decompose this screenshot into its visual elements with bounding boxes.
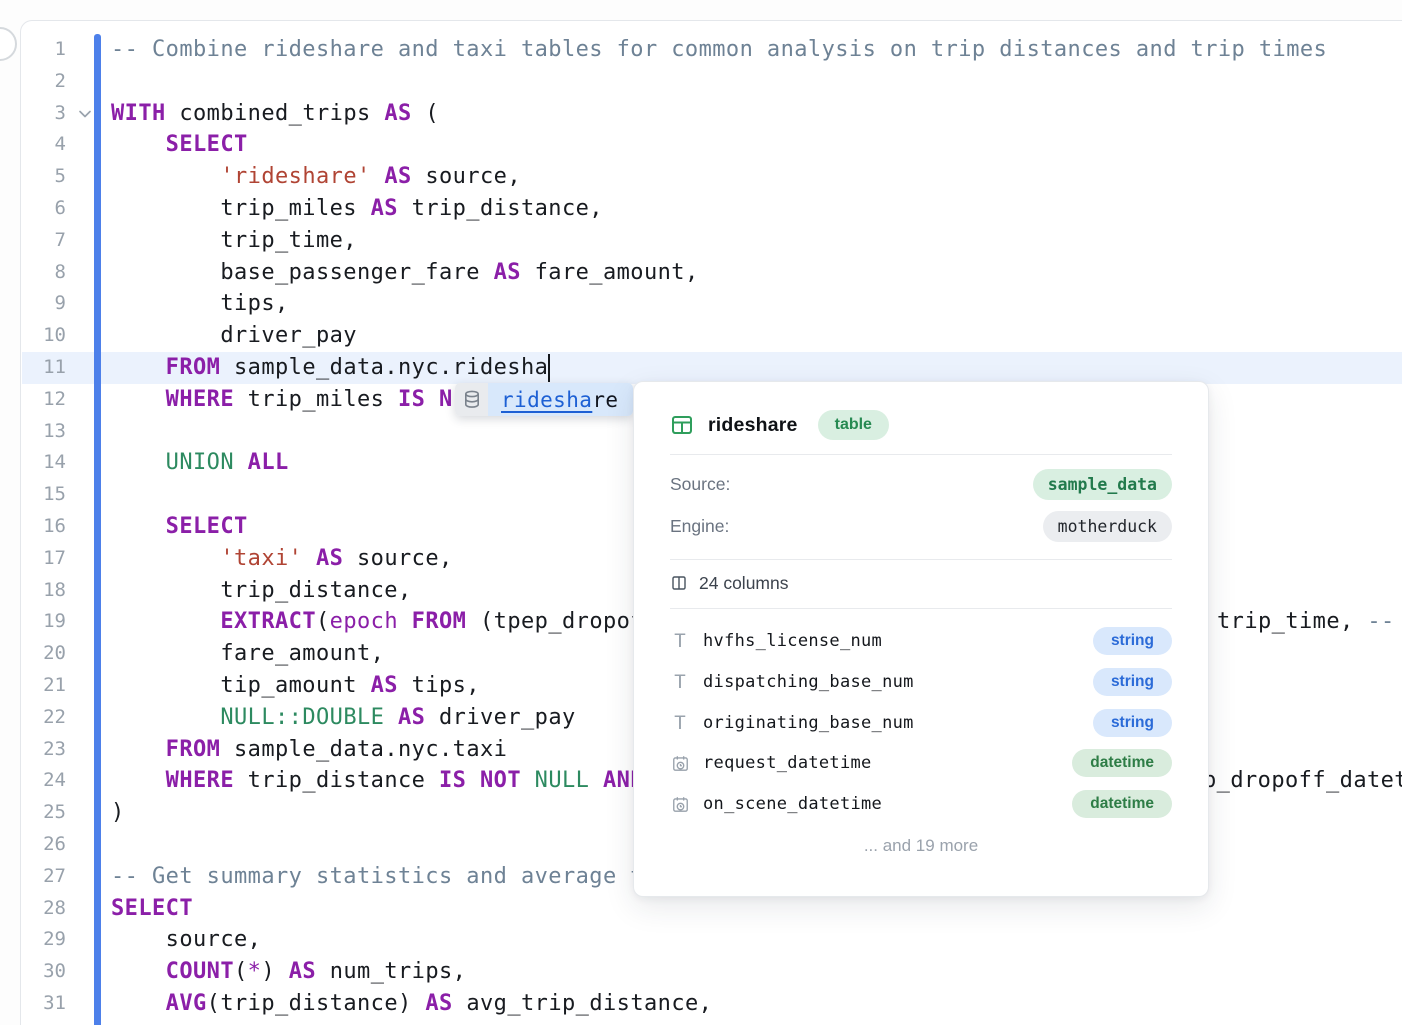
line-number: 10 — [21, 320, 66, 352]
column-row: Toriginating_base_num string — [670, 702, 1172, 743]
source-label: Source: — [670, 474, 730, 495]
divider — [670, 608, 1172, 609]
source-row: Source: sample_data — [670, 463, 1172, 505]
line-number: 31 — [21, 988, 66, 1020]
code-line[interactable]: FROM sample_data.nyc.ridesha — [111, 352, 1327, 384]
line-number: 26 — [21, 829, 66, 861]
text-type-icon: T — [670, 712, 690, 734]
text-type-icon: T — [670, 630, 690, 652]
code-line-fragment: p_dropoff_datet — [1203, 765, 1402, 797]
autocomplete-match-text: ridesha — [501, 388, 592, 412]
table-icon — [670, 413, 694, 437]
line-number: 6 — [21, 193, 66, 225]
line-number: 7 — [21, 225, 66, 257]
line-number: 4 — [21, 129, 66, 161]
code-line[interactable]: source, — [111, 924, 1327, 956]
line-number: 21 — [21, 670, 66, 702]
table-type-badge: table — [818, 410, 889, 440]
column-row: request_datetime datetime — [670, 743, 1172, 784]
code-line[interactable]: SELECT — [111, 129, 1327, 161]
columns-count-row: 24 columns — [670, 560, 1172, 606]
line-number: 17 — [21, 543, 66, 575]
column-name: hvfhs_license_num — [703, 631, 882, 651]
column-name: dispatching_base_num — [703, 672, 914, 692]
engine-value-badge: motherduck — [1043, 511, 1172, 542]
popup-header: rideshare table — [670, 408, 1172, 442]
sql-editor-screen: 1234567891011121314151617181920212223242… — [0, 0, 1402, 1024]
column-type-badge: string — [1093, 668, 1172, 696]
line-number-gutter: 1234567891011121314151617181920212223242… — [21, 34, 66, 1025]
column-type-badge: string — [1093, 709, 1172, 737]
line-number: 1 — [21, 34, 66, 66]
autocomplete-dropdown[interactable]: rideshare — [455, 383, 633, 416]
column-name: on_scene_datetime — [703, 794, 882, 814]
engine-row: Engine: motherduck — [670, 505, 1172, 547]
line-number: 12 — [21, 384, 66, 416]
line-number: 2 — [21, 66, 66, 98]
line-number: 19 — [21, 606, 66, 638]
column-list: Thvfhs_license_numstringTdispatching_bas… — [670, 621, 1172, 824]
text-cursor — [548, 354, 550, 382]
code-line[interactable]: 'rideshare' AS source, — [111, 161, 1327, 193]
line-number: 18 — [21, 575, 66, 607]
text-type-icon: T — [670, 671, 690, 693]
columns-count-text: 24 columns — [699, 573, 789, 594]
line-number: 22 — [21, 702, 66, 734]
column-type-badge: string — [1093, 627, 1172, 655]
code-line[interactable]: tips, — [111, 288, 1327, 320]
code-line[interactable]: COUNT(*) AS num_trips, — [111, 956, 1327, 988]
column-row: on_scene_datetime datetime — [670, 784, 1172, 825]
calendar-clock-icon — [670, 754, 690, 773]
line-number: 13 — [21, 416, 66, 448]
line-number: 27 — [21, 861, 66, 893]
code-line[interactable]: AVG(trip_time) AS avg_trip_time, — [111, 1020, 1327, 1025]
code-line[interactable]: base_passenger_fare AS fare_amount, — [111, 257, 1327, 289]
column-name: request_datetime — [703, 753, 872, 773]
column-row: Tdispatching_base_num string — [670, 662, 1172, 703]
code-line[interactable]: WITH combined_trips AS ( — [111, 98, 1327, 130]
line-number: 28 — [21, 893, 66, 925]
line-number: 11 — [21, 352, 66, 384]
line-number: 20 — [21, 638, 66, 670]
line-number: 23 — [21, 734, 66, 766]
column-type-badge: datetime — [1072, 749, 1172, 777]
columns-icon — [670, 574, 688, 592]
autocomplete-rest-text: re — [592, 388, 618, 412]
more-columns-text: ... and 19 more — [670, 836, 1172, 856]
code-line[interactable]: -- Combine rideshare and taxi tables for… — [111, 34, 1327, 66]
code-line[interactable] — [111, 66, 1327, 98]
code-line[interactable]: SELECT — [111, 893, 1327, 925]
fold-chevron-icon[interactable] — [75, 98, 95, 130]
line-number: 15 — [21, 479, 66, 511]
table-info-popup: rideshare table Source: sample_data Engi… — [633, 381, 1209, 897]
line-number: 9 — [21, 288, 66, 320]
code-line[interactable]: AVG(trip_distance) AS avg_trip_distance, — [111, 988, 1327, 1020]
line-number: 3 — [21, 98, 66, 130]
code-line[interactable]: trip_miles AS trip_distance, — [111, 193, 1327, 225]
gutter-accent-bar — [94, 34, 101, 1025]
line-number: 24 — [21, 765, 66, 797]
line-number: 25 — [21, 797, 66, 829]
line-number: 14 — [21, 447, 66, 479]
calendar-clock-icon — [670, 795, 690, 814]
code-line[interactable]: trip_time, — [111, 225, 1327, 257]
divider — [670, 454, 1172, 455]
line-number: 5 — [21, 161, 66, 193]
popup-table-name: rideshare — [708, 414, 798, 437]
code-line[interactable]: driver_pay — [111, 320, 1327, 352]
line-number: 32 — [21, 1020, 66, 1025]
line-number: 29 — [21, 924, 66, 956]
database-icon — [455, 383, 488, 416]
line-number: 16 — [21, 511, 66, 543]
line-number: 8 — [21, 257, 66, 289]
code-line-fragment: trip_time, -- — [1217, 606, 1395, 638]
line-number: 30 — [21, 956, 66, 988]
autocomplete-item-rideshare[interactable]: rideshare — [488, 383, 633, 416]
column-name: originating_base_num — [703, 713, 914, 733]
column-type-badge: datetime — [1072, 790, 1172, 818]
column-row: Thvfhs_license_num string — [670, 621, 1172, 662]
partial-side-button[interactable] — [0, 27, 17, 61]
source-value-badge: sample_data — [1033, 469, 1172, 500]
engine-label: Engine: — [670, 516, 729, 537]
